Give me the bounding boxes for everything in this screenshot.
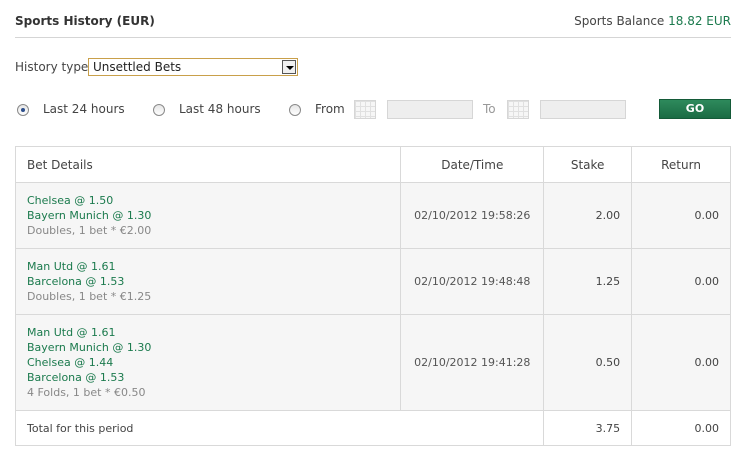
header-stake: Stake bbox=[543, 146, 633, 183]
bet-details: Man Utd @ 1.61 Barcelona @ 1.53 Doubles,… bbox=[14, 248, 402, 315]
header-return: Return bbox=[631, 146, 731, 183]
to-label: To bbox=[483, 102, 496, 116]
bet-datetime: 02/10/2012 19:48:48 bbox=[400, 248, 545, 315]
go-button[interactable]: GO bbox=[659, 99, 731, 119]
radio-last-48-hours[interactable] bbox=[153, 104, 165, 116]
bet-datetime: 02/10/2012 19:41:28 bbox=[400, 314, 545, 411]
table-row: Chelsea @ 1.50 Bayern Munich @ 1.30 Doub… bbox=[14, 182, 731, 249]
radio-from[interactable] bbox=[289, 104, 301, 116]
chevron-down-icon[interactable] bbox=[282, 60, 296, 74]
balance-label: Sports Balance bbox=[574, 14, 665, 28]
total-row: Total for this period 3.75 0.00 bbox=[14, 410, 731, 446]
page-header: Sports History (EUR) Sports Balance 18.8… bbox=[15, 14, 731, 38]
radio-label-last-24-hours[interactable]: Last 24 hours bbox=[43, 102, 125, 116]
table-row: Man Utd @ 1.61 Barcelona @ 1.53 Doubles,… bbox=[14, 248, 731, 315]
header-date-time: Date/Time bbox=[400, 146, 545, 183]
to-calendar-icon[interactable] bbox=[507, 100, 529, 119]
bet-stake: 2.00 bbox=[543, 182, 633, 249]
bet-summary: 4 Folds, 1 bet * €0.50 bbox=[27, 386, 146, 399]
radio-last-24-hours[interactable] bbox=[17, 104, 29, 116]
bet-return: 0.00 bbox=[631, 314, 731, 411]
total-return: 0.00 bbox=[631, 410, 731, 446]
bet-selection: Chelsea @ 1.50 bbox=[27, 194, 114, 207]
bet-stake: 1.25 bbox=[543, 248, 633, 315]
bet-selection: Bayern Munich @ 1.30 bbox=[27, 341, 152, 354]
date-range-row: Last 24 hours Last 48 hours From To GO bbox=[0, 99, 745, 121]
page-title: Sports History (EUR) bbox=[15, 14, 155, 28]
table-header-row: Bet Details Date/Time Stake Return bbox=[14, 146, 731, 183]
bets-table: Bet Details Date/Time Stake Return Chels… bbox=[14, 146, 731, 446]
bet-selection: Barcelona @ 1.53 bbox=[27, 371, 125, 384]
bet-return: 0.00 bbox=[631, 248, 731, 315]
history-type-label: History type bbox=[15, 60, 89, 74]
bet-datetime: 02/10/2012 19:58:26 bbox=[400, 182, 545, 249]
bet-details: Chelsea @ 1.50 Bayern Munich @ 1.30 Doub… bbox=[14, 182, 402, 249]
bet-selection: Barcelona @ 1.53 bbox=[27, 275, 125, 288]
table-row: Man Utd @ 1.61 Bayern Munich @ 1.30 Chel… bbox=[14, 314, 731, 411]
total-label: Total for this period bbox=[14, 410, 545, 446]
radio-label-from[interactable]: From bbox=[315, 102, 345, 116]
radio-label-last-48-hours[interactable]: Last 48 hours bbox=[179, 102, 261, 116]
total-stake: 3.75 bbox=[543, 410, 633, 446]
history-type-value: Unsettled Bets bbox=[93, 60, 182, 74]
to-date-input[interactable] bbox=[540, 100, 626, 119]
bet-selection: Man Utd @ 1.61 bbox=[27, 260, 116, 273]
bet-selection: Man Utd @ 1.61 bbox=[27, 326, 116, 339]
sports-balance: Sports Balance 18.82 EUR bbox=[574, 14, 731, 28]
bet-summary: Doubles, 1 bet * €2.00 bbox=[27, 224, 152, 237]
from-calendar-icon[interactable] bbox=[354, 100, 376, 119]
bet-details: Man Utd @ 1.61 Bayern Munich @ 1.30 Chel… bbox=[14, 314, 402, 411]
bet-selection: Bayern Munich @ 1.30 bbox=[27, 209, 152, 222]
balance-value: 18.82 EUR bbox=[668, 14, 731, 28]
history-type-select[interactable]: Unsettled Bets bbox=[88, 58, 298, 76]
from-date-input[interactable] bbox=[387, 100, 473, 119]
header-bet-details: Bet Details bbox=[14, 146, 402, 183]
bet-summary: Doubles, 1 bet * €1.25 bbox=[27, 290, 152, 303]
bet-return: 0.00 bbox=[631, 182, 731, 249]
bet-selection: Chelsea @ 1.44 bbox=[27, 356, 114, 369]
bet-stake: 0.50 bbox=[543, 314, 633, 411]
